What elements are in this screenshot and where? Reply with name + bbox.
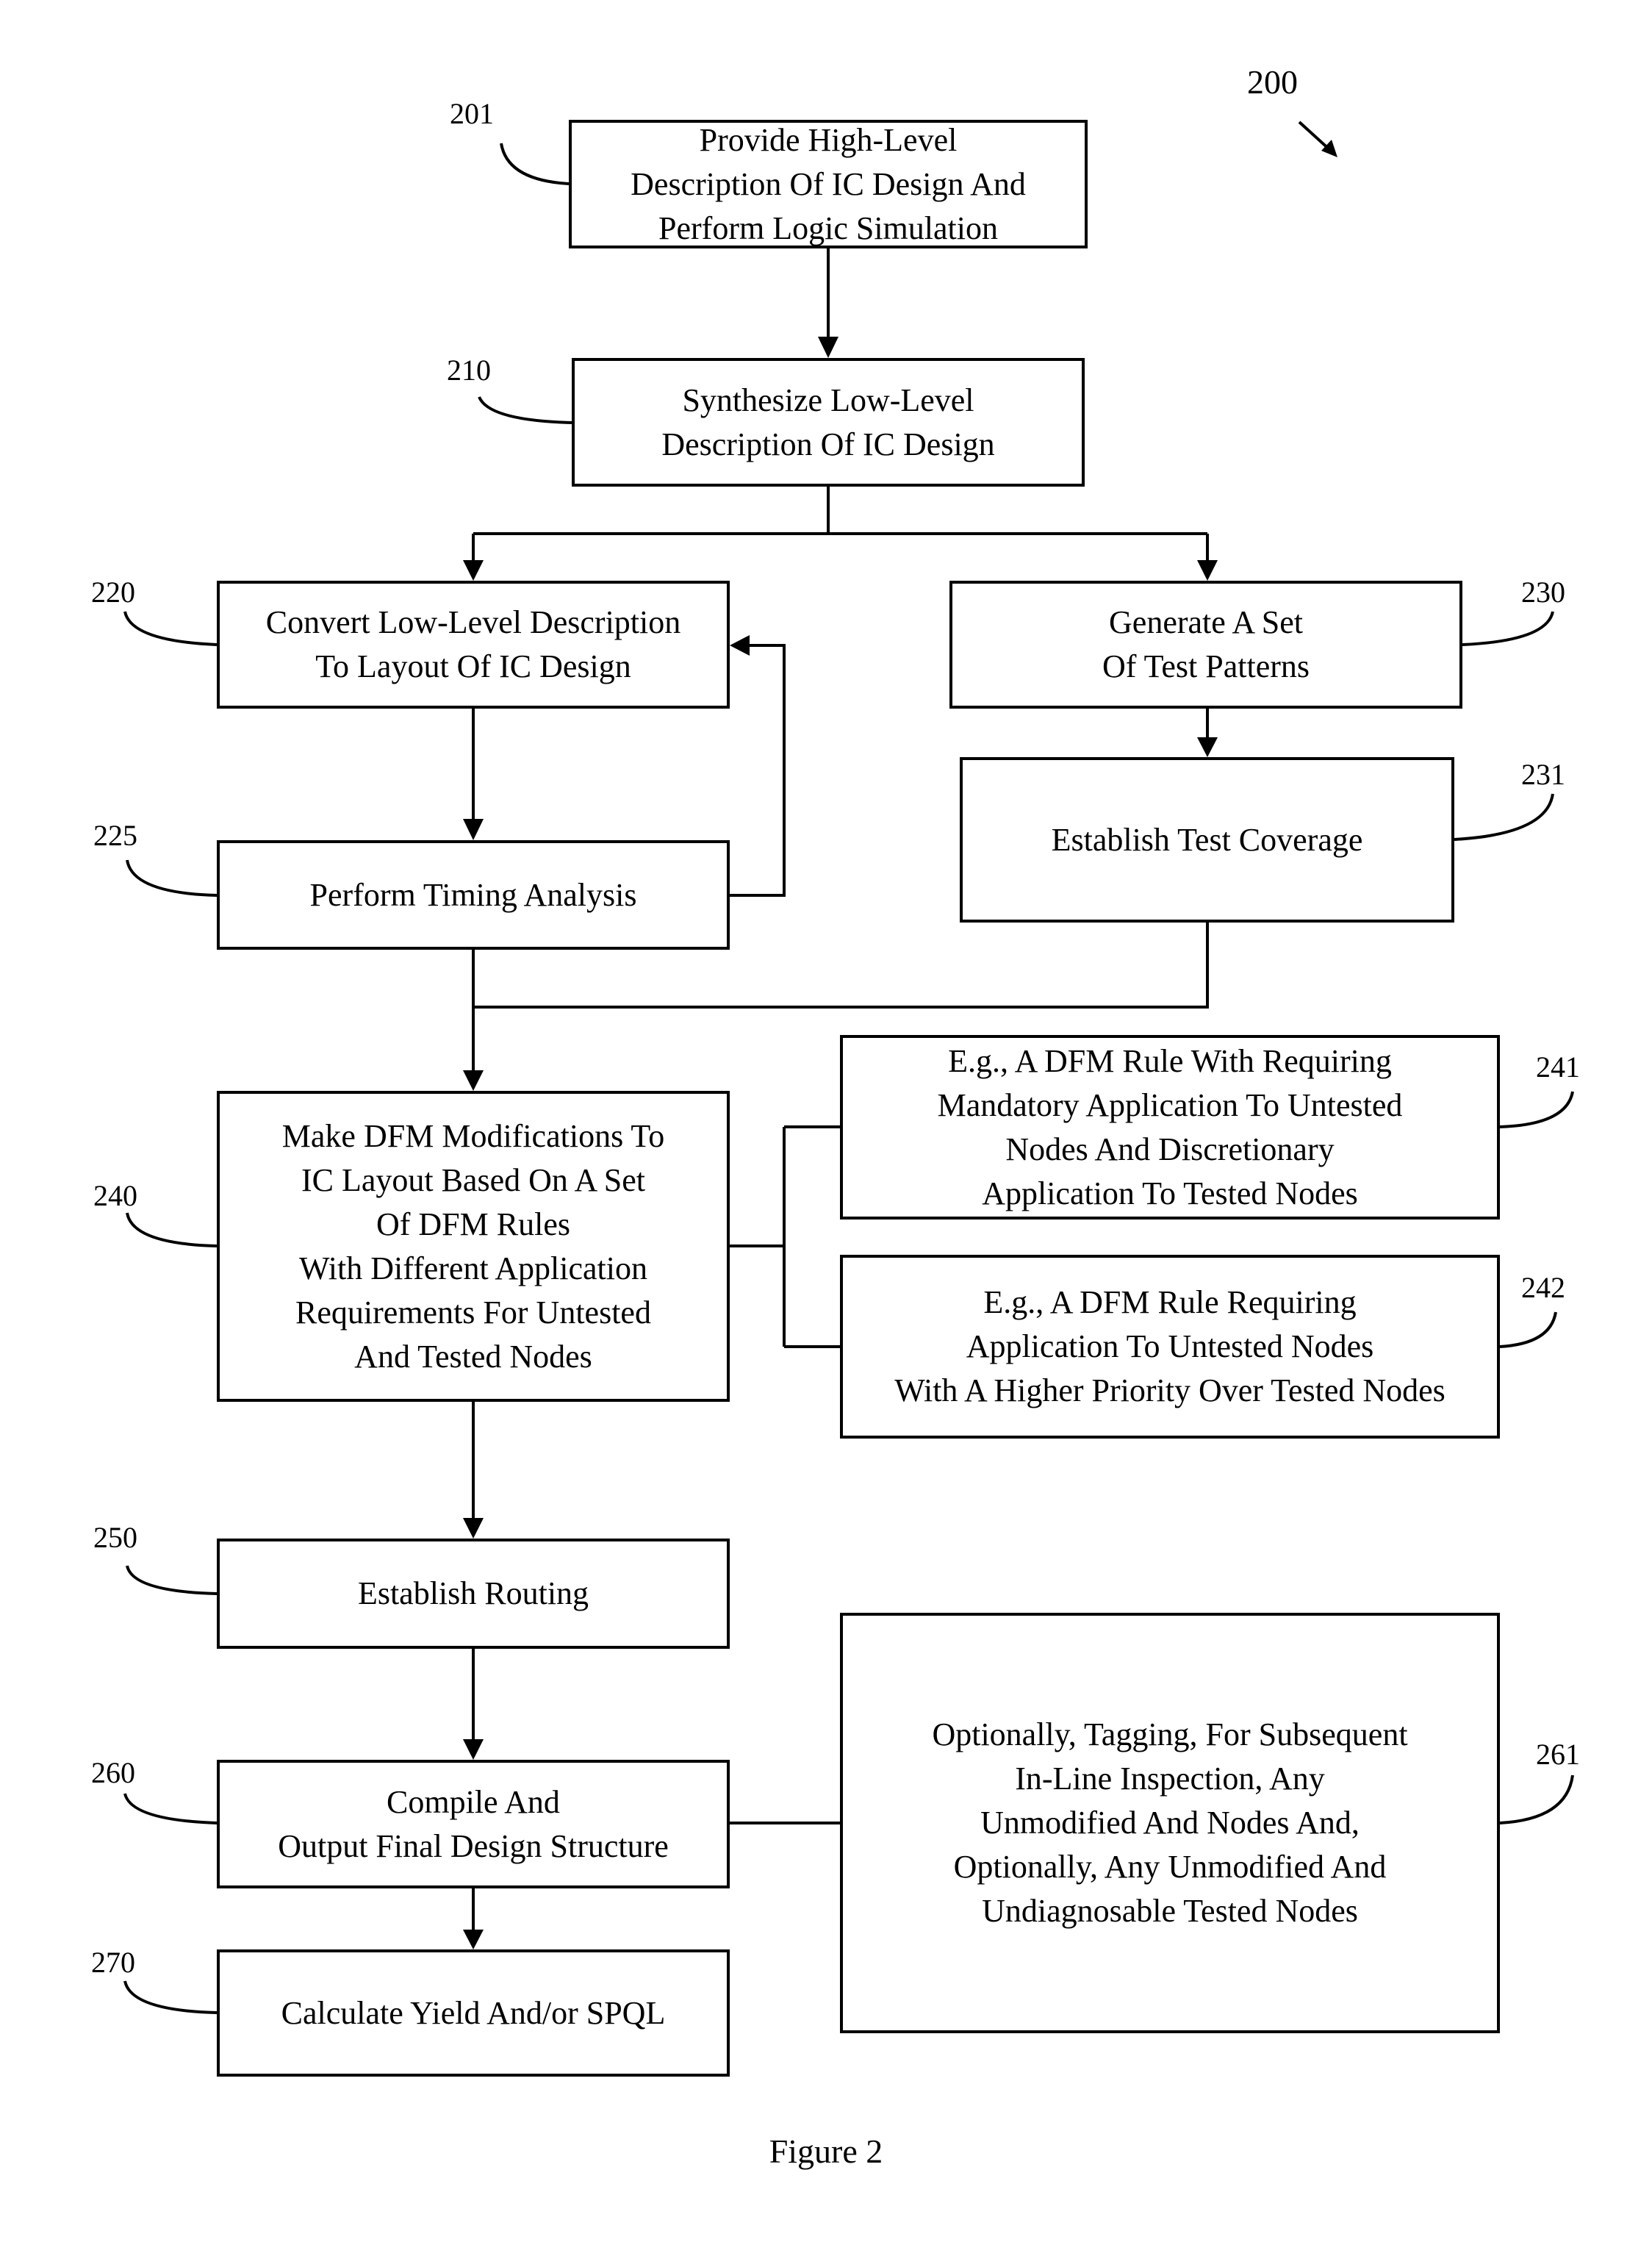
step-260-box: Compile And Output Final Design Structur… (217, 1760, 730, 1888)
leader-260 (123, 1793, 218, 1824)
ref-240: 240 (93, 1179, 137, 1212)
arrowhead-231 (1197, 737, 1218, 757)
figure-caption: Figure 2 (769, 2132, 883, 2170)
ref-231: 231 (1521, 758, 1565, 791)
arrowhead-210 (818, 337, 838, 358)
ref-242: 242 (1521, 1271, 1565, 1304)
leader-231 (1454, 793, 1554, 841)
arrowhead-230 (1197, 560, 1218, 581)
leader-261 (1499, 1774, 1574, 1824)
arrowhead-260 (463, 1739, 484, 1760)
ref-230: 230 (1521, 576, 1565, 609)
step-210-box: Synthesize Low-Level Description Of IC D… (572, 358, 1085, 487)
leader-225 (126, 859, 218, 897)
leader-250 (126, 1565, 218, 1595)
step-230-box: Generate A Set Of Test Patterns (949, 581, 1462, 709)
ref-260: 260 (91, 1756, 135, 1789)
arrowhead-240 (463, 1070, 484, 1091)
ref-241: 241 (1536, 1050, 1580, 1084)
arrowhead-feedback (730, 635, 750, 656)
connector-210-split (472, 487, 1209, 565)
leader-201 (500, 143, 570, 185)
feedback-225-to-220 (730, 644, 786, 897)
ref-201: 201 (450, 97, 494, 130)
leader-210 (478, 396, 572, 424)
step-250-box: Establish Routing (217, 1539, 730, 1649)
figure-ref-200: 200 (1247, 63, 1298, 101)
step-261-box: Optionally, Tagging, For Subsequent In-L… (840, 1613, 1500, 2033)
arrowhead-225 (463, 819, 484, 840)
step-241-box: E.g., A DFM Rule With Requiring Mandator… (840, 1035, 1500, 1220)
ref-225: 225 (93, 819, 137, 852)
ref-270: 270 (91, 1946, 135, 1979)
step-225-box: Perform Timing Analysis (217, 840, 730, 950)
ref-210: 210 (447, 354, 491, 387)
leader-270 (123, 1980, 218, 2014)
arrowhead-250 (463, 1518, 484, 1539)
ref-250: 250 (93, 1521, 137, 1554)
leader-242 (1499, 1311, 1557, 1348)
arrowhead-270 (463, 1930, 484, 1949)
step-270-box: Calculate Yield And/or SPQL (217, 1949, 730, 2077)
ref-261: 261 (1536, 1738, 1580, 1771)
connector-240-examples (730, 1125, 840, 1348)
leader-230 (1462, 611, 1554, 646)
ref-220: 220 (91, 576, 135, 609)
step-220-box: Convert Low-Level Description To Layout … (217, 581, 730, 709)
step-201-box: Provide High-Level Description Of IC Des… (569, 120, 1088, 248)
leader-241 (1499, 1091, 1574, 1128)
step-242-box: E.g., A DFM Rule Requiring Application T… (840, 1255, 1500, 1439)
step-231-box: Establish Test Coverage (960, 757, 1454, 923)
leader-240 (126, 1212, 218, 1247)
arrowhead-220 (463, 560, 484, 581)
step-240-box: Make DFM Modifications To IC Layout Base… (217, 1091, 730, 1402)
leader-220 (123, 611, 218, 646)
